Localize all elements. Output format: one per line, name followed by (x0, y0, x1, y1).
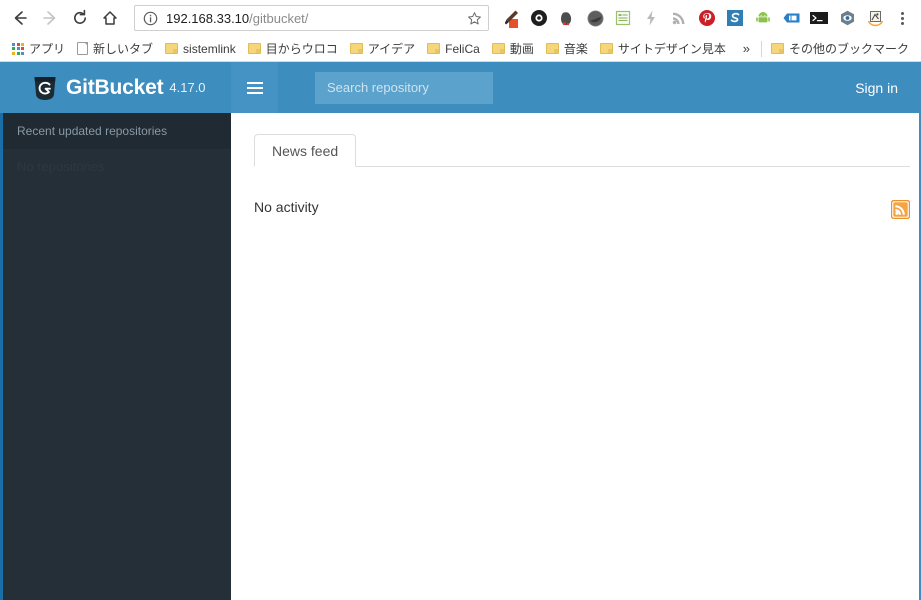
sidebar-empty-text: No repositories (17, 159, 105, 174)
no-activity-text: No activity (254, 199, 319, 215)
url-text: 192.168.33.10/gitbucket/ (166, 11, 461, 26)
hamburger-bar (246, 86, 263, 89)
evernote-extension-icon[interactable] (553, 4, 581, 32)
folder-icon (770, 43, 784, 54)
blue-tag-extension-icon[interactable] (777, 4, 805, 32)
browser-window: 192.168.33.10/gitbucket/ アプリ 新しいタブ siste… (0, 0, 921, 600)
bookmark-label: 動画 (509, 42, 534, 56)
folder-icon (545, 43, 559, 54)
gitbucket-title: GitBucket (66, 75, 164, 99)
bookmark-label: アプリ (29, 42, 66, 56)
url-host: 192.168.33.10 (166, 10, 250, 26)
bookmark-label: 新しいタブ (93, 42, 154, 56)
bookmark-idea[interactable]: アイデア (344, 38, 421, 60)
folder-icon (491, 43, 505, 54)
feed-content: No activity (254, 167, 910, 219)
bookmark-sistemlink[interactable]: sistemlink (159, 38, 242, 60)
gitbucket-brand[interactable]: GitBucket 4.17.0 (0, 62, 231, 113)
eyedropper-extension-icon[interactable] (497, 4, 525, 32)
gear-extension-icon[interactable] (525, 4, 553, 32)
bookmark-felica[interactable]: FeliCa (421, 38, 486, 60)
folder-icon (247, 43, 261, 54)
folder-icon (349, 43, 363, 54)
extensions-area (497, 4, 889, 32)
stamp-extension-icon[interactable] (861, 4, 889, 32)
apps-grid-icon (12, 42, 24, 55)
site-info-icon[interactable] (143, 11, 158, 26)
bookmark-label: アイデア (367, 42, 416, 56)
bookmarks-separator (760, 40, 762, 57)
folder-icon (427, 43, 441, 54)
pinterest-extension-icon[interactable] (693, 4, 721, 32)
sidebar: Recent updated repositories No repositor… (0, 113, 231, 600)
main-content: News feed No activity (231, 113, 921, 600)
bookmark-label: sistemlink (183, 41, 236, 56)
bookmarks-overflow-button[interactable]: » (735, 41, 758, 56)
folder-icon (165, 43, 179, 54)
bookmark-site-design[interactable]: サイトデザイン見本 (594, 38, 732, 60)
bookmark-label: 音楽 (563, 42, 588, 56)
gitbucket-version: 4.17.0 (169, 80, 206, 95)
bookmark-new-tab[interactable]: 新しいタブ (71, 38, 159, 60)
sign-in-link[interactable]: Sign in (855, 80, 898, 96)
bookmark-other-bookmarks[interactable]: その他のブックマーク (765, 38, 915, 60)
bookmark-ongaku[interactable]: 音楽 (540, 38, 594, 60)
menu-toggle-button[interactable] (231, 62, 278, 113)
page-icon (77, 42, 89, 55)
menu-dot (900, 21, 904, 25)
browser-toolbar: 192.168.33.10/gitbucket/ (0, 0, 921, 36)
bookmark-label: サイトデザイン見本 (617, 42, 726, 56)
bookmark-label: 目からウロコ (265, 42, 338, 56)
tab-bar: News feed (254, 129, 910, 167)
bookmark-star-icon[interactable] (467, 11, 482, 26)
notes-extension-icon[interactable] (609, 4, 637, 32)
terminal-extension-icon[interactable] (805, 4, 833, 32)
bookmarks-bar: アプリ 新しいタブ sistemlink 目からウロコ アイデア FeliCa … (0, 36, 921, 62)
search-repository-input[interactable] (315, 71, 493, 104)
gitbucket-shield-icon (34, 76, 56, 100)
url-path: /gitbucket/ (249, 10, 309, 26)
page-viewport: GitBucket 4.17.0 Sign in Recent updated … (0, 62, 921, 600)
menu-dot (900, 16, 904, 20)
hamburger-bar (246, 81, 263, 84)
lightning-extension-icon[interactable] (637, 4, 665, 32)
address-bar[interactable]: 192.168.33.10/gitbucket/ (134, 5, 489, 31)
circle-extension-icon[interactable] (581, 4, 609, 32)
bookmark-douga[interactable]: 動画 (486, 38, 540, 60)
rss-feed-icon[interactable] (891, 200, 910, 219)
reload-button[interactable] (66, 4, 94, 32)
browser-menu-button[interactable] (889, 4, 915, 32)
home-button[interactable] (96, 4, 124, 32)
menu-dot (900, 11, 904, 15)
s-logo-extension-icon[interactable] (721, 4, 749, 32)
forward-button[interactable] (36, 4, 64, 32)
folder-icon (599, 43, 613, 54)
bookmark-label: その他のブックマーク (788, 42, 909, 56)
gitbucket-header: GitBucket 4.17.0 Sign in (0, 62, 921, 113)
gitbucket-body: Recent updated repositories No repositor… (0, 113, 921, 600)
eye-extension-icon[interactable] (833, 4, 861, 32)
bookmark-apps[interactable]: アプリ (6, 38, 71, 60)
hamburger-bar (246, 91, 263, 94)
tab-news-feed[interactable]: News feed (254, 134, 357, 167)
sidebar-header: Recent updated repositories (3, 113, 231, 149)
bookmark-label: FeliCa (445, 41, 480, 56)
android-extension-icon[interactable] (749, 4, 777, 32)
bookmark-mekara-uroko[interactable]: 目からウロコ (242, 38, 344, 60)
rss-extension-icon[interactable] (665, 4, 693, 32)
back-button[interactable] (6, 4, 34, 32)
